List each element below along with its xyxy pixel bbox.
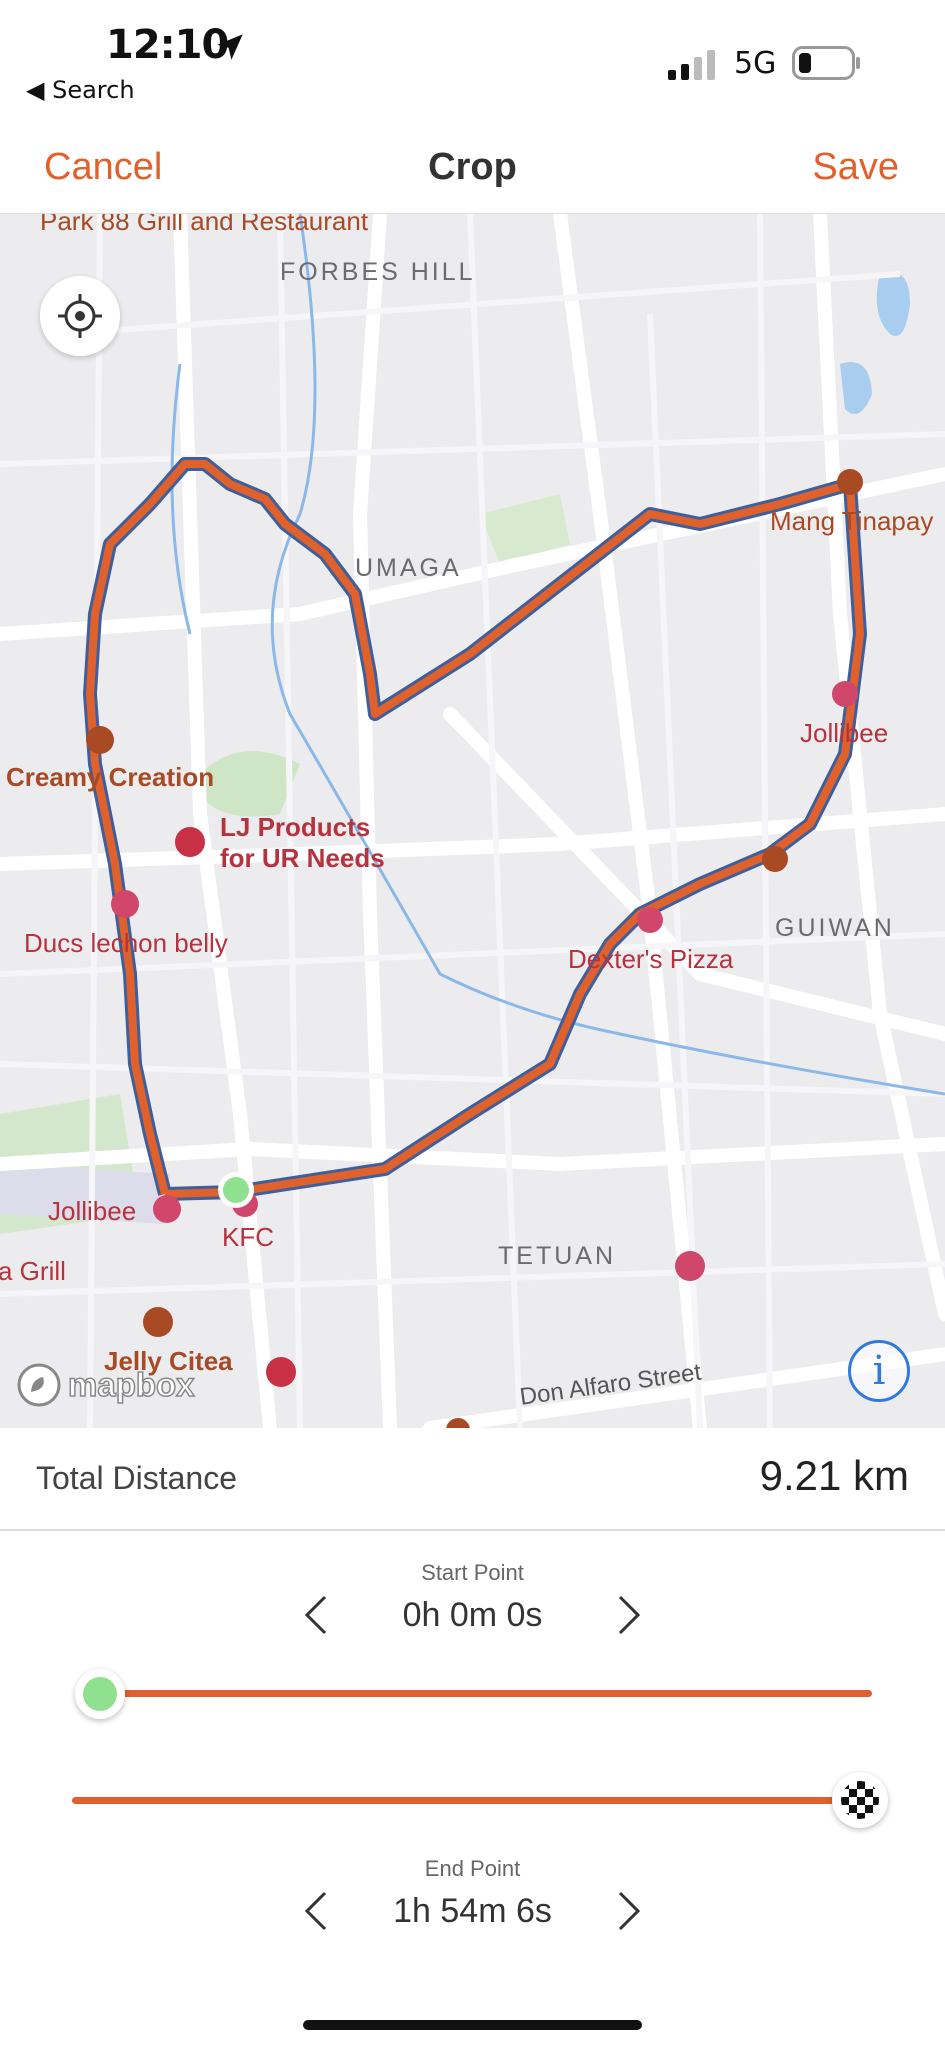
map-background xyxy=(0,214,945,1428)
home-indicator xyxy=(303,2020,642,2030)
area-label: FORBES HILL xyxy=(280,258,476,286)
area-label: TETUAN xyxy=(498,1242,616,1270)
poi-label: Mang Tinapay xyxy=(770,506,934,536)
total-distance-value: 9.21 km xyxy=(759,1452,909,1499)
mapbox-icon xyxy=(17,1363,61,1407)
network-type: 5G xyxy=(734,46,777,81)
area-label: GUIWAN xyxy=(775,914,895,942)
poi-label: Jollibee xyxy=(48,1196,137,1226)
start-point-slider-handle[interactable] xyxy=(75,1669,125,1719)
poi-label: Dexter's Pizza xyxy=(568,944,734,974)
locate-me-button[interactable] xyxy=(40,276,120,356)
start-point-next-chevron-right-icon[interactable] xyxy=(614,1594,644,1636)
end-point-slider-track[interactable] xyxy=(72,1797,844,1804)
total-distance-label: Total Distance xyxy=(36,1460,237,1496)
info-icon[interactable]: i xyxy=(848,1340,910,1402)
poi-label: LJ Products for UR Needs xyxy=(220,812,385,873)
route-map[interactable]: Park 88 Grill and Restaurant FORBES HILL… xyxy=(0,214,945,1428)
poi-label: a Grill xyxy=(0,1256,66,1286)
end-point-slider-handle[interactable] xyxy=(832,1772,888,1828)
save-button[interactable]: Save xyxy=(812,146,899,189)
end-point-value: 1h 54m 6s xyxy=(393,1892,552,1930)
page-title: Crop xyxy=(428,146,517,188)
area-label: UMAGA xyxy=(355,554,462,582)
mapbox-logo: mapbox xyxy=(16,1362,206,1408)
poi-label: KFC xyxy=(222,1222,274,1252)
start-point-value: 0h 0m 0s xyxy=(402,1596,543,1634)
status-time: 12:10 xyxy=(106,22,229,68)
end-point-next-chevron-right-icon[interactable] xyxy=(614,1890,644,1932)
finish-flag-icon xyxy=(841,1781,879,1819)
poi-label: Park 88 Grill and Restaurant xyxy=(40,214,369,236)
poi-label: Creamy Creation xyxy=(6,762,215,792)
mapbox-text: mapbox xyxy=(67,1365,195,1404)
crosshair-icon xyxy=(58,294,102,338)
battery-icon xyxy=(792,46,860,80)
start-point-slider-track[interactable] xyxy=(100,1690,872,1697)
back-to-search-link[interactable]: ◀ Search xyxy=(26,76,135,104)
poi-label: Jollibee xyxy=(800,718,889,748)
start-point-caption: Start Point xyxy=(421,1560,524,1585)
poi-label: Ducs lechon belly xyxy=(24,928,228,958)
end-point-caption: End Point xyxy=(424,1856,521,1881)
location-arrow-icon xyxy=(217,34,243,60)
cellular-signal-icon xyxy=(668,50,715,80)
